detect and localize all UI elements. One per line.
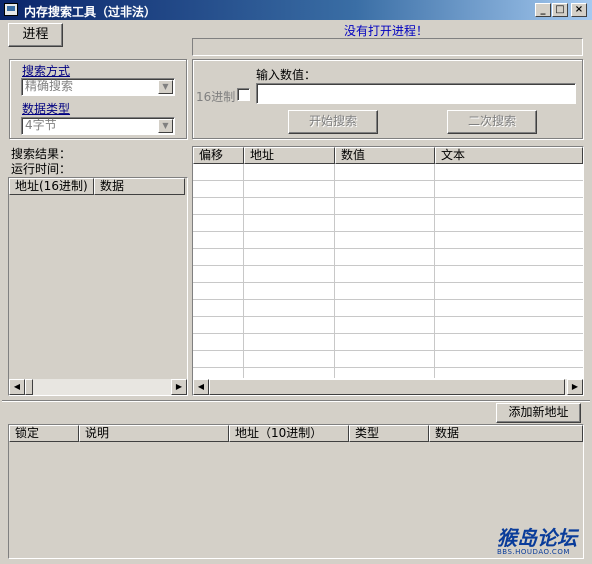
column-header-data[interactable]: 数据 [94, 178, 185, 195]
chevron-down-icon[interactable]: ▼ [158, 119, 173, 133]
chevron-down-icon[interactable]: ▼ [158, 80, 173, 94]
search-value-input[interactable] [256, 83, 576, 104]
search-method-value: 精确搜索 [25, 79, 74, 93]
status-bar [192, 38, 583, 56]
search-method-label: 搜索方式 [22, 64, 71, 78]
title-bar[interactable]: 内存搜索工具（过非法） _ □ × [0, 0, 592, 20]
search-method-select[interactable]: 精确搜索 ▼ [21, 78, 175, 96]
scroll-left-icon[interactable]: ◀ [9, 379, 25, 395]
column-header-address[interactable]: 地址 [244, 147, 335, 164]
list-header: 地址(16进制) 数据 [9, 178, 187, 195]
horizontal-scrollbar[interactable]: ◀ ▶ [9, 379, 187, 395]
second-search-button[interactable]: 二次搜索 [447, 110, 537, 134]
app-icon [4, 3, 18, 16]
table-grid [193, 164, 583, 378]
table-header: 偏移 地址 数值 文本 [193, 147, 583, 164]
separator [2, 400, 590, 402]
maximize-button[interactable]: □ [552, 3, 568, 17]
data-type-value: 4字节 [25, 118, 57, 132]
column-header-text[interactable]: 文本 [435, 147, 583, 164]
column-header-address-dec[interactable]: 地址（10进制） [229, 425, 349, 442]
watermark-url: BBS.HOUDAO.COM [497, 548, 570, 556]
list-header: 锁定 说明 地址（10进制） 类型 数据 [9, 425, 583, 442]
column-header-description[interactable]: 说明 [79, 425, 229, 442]
column-header-address-hex[interactable]: 地址(16进制) [9, 178, 94, 195]
address-hex-list[interactable]: 地址(16进制) 数据 ◀ ▶ [8, 177, 188, 396]
runtime-label: 运行时间： [11, 162, 72, 176]
process-button[interactable]: 进程 [8, 23, 63, 47]
status-text: 没有打开进程！ [344, 24, 429, 38]
close-button[interactable]: × [571, 3, 587, 17]
hex-checkbox[interactable] [237, 88, 250, 101]
column-header-data[interactable]: 数据 [429, 425, 583, 442]
scroll-left-icon[interactable]: ◀ [193, 379, 209, 395]
column-header-type[interactable]: 类型 [349, 425, 429, 442]
add-address-button[interactable]: 添加新地址 [496, 403, 581, 423]
window-title: 内存搜索工具（过非法） [24, 5, 157, 19]
search-results-table[interactable]: 偏移 地址 数值 文本 ◀ ▶ [192, 146, 584, 396]
column-header-value[interactable]: 数值 [335, 147, 435, 164]
scroll-thumb[interactable] [209, 379, 565, 395]
column-header-offset[interactable]: 偏移 [193, 147, 244, 164]
scroll-thumb[interactable] [25, 379, 33, 395]
data-type-select[interactable]: 4字节 ▼ [21, 117, 175, 135]
scroll-right-icon[interactable]: ▶ [567, 379, 583, 395]
start-search-button[interactable]: 开始搜索 [288, 110, 378, 134]
column-header-lock[interactable]: 锁定 [9, 425, 79, 442]
hex-label: 16进制 [196, 90, 236, 104]
scroll-right-icon[interactable]: ▶ [171, 379, 187, 395]
minimize-button[interactable]: _ [535, 3, 551, 17]
horizontal-scrollbar[interactable]: ◀ ▶ [193, 379, 583, 395]
data-type-label: 数据类型 [22, 102, 71, 116]
watermark-logo: 猴岛论坛 [497, 526, 577, 550]
input-value-label: 输入数值： [256, 68, 317, 82]
